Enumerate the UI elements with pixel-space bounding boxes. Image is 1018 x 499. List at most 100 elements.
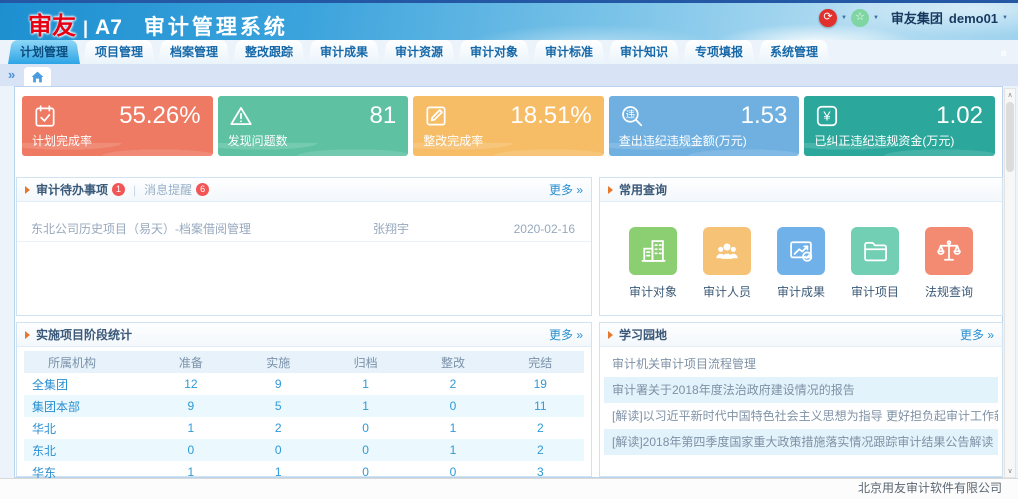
scrollbar-thumb[interactable] <box>1006 102 1014 172</box>
brand-logo: 审友 <box>28 6 76 41</box>
todo-title: 东北公司历史项目（易天）-档案借阅管理 <box>31 220 373 237</box>
learning-more-link[interactable]: 更多 » <box>960 326 994 343</box>
collapse-chevrons-icon[interactable]: « <box>997 50 1012 57</box>
home-icon <box>31 71 44 83</box>
tab-audit-resources[interactable]: 审计资源 <box>383 40 455 64</box>
expand-arrows-icon[interactable]: » <box>8 67 15 82</box>
scroll-down-icon[interactable]: ∨ <box>1005 467 1015 475</box>
todo-owner: 张翔宇 <box>373 220 493 237</box>
folder-icon <box>861 237 889 265</box>
quick-query-label: 审计人员 <box>698 283 756 300</box>
stat-label: 整改完成率 <box>423 132 483 149</box>
todo-panel-header: 审计待办事项 1 | 消息提醒 6 更多 » <box>17 178 591 202</box>
account-org: 审友集团 <box>891 11 943 26</box>
favorite-caret-icon[interactable]: ▼ <box>873 15 879 21</box>
tab-rectification-tracking[interactable]: 整改跟踪 <box>233 40 305 64</box>
stage-count[interactable]: 2 <box>497 439 584 461</box>
stage-stats-table: 所属机构 准备 实施 归档 整改 完结 全集团 12 9 1 2 19 <box>24 351 584 483</box>
quick-query-header: 常用查询 <box>600 178 1002 202</box>
quick-query-regulations[interactable]: 法规查询 <box>920 227 978 300</box>
tab-special-reporting[interactable]: 专项填报 <box>683 40 755 64</box>
quick-query-audit-results[interactable]: 审计成果 <box>772 227 830 300</box>
org-link[interactable]: 华北 <box>24 417 147 439</box>
stage-count[interactable]: 5 <box>235 395 322 417</box>
stage-count[interactable]: 0 <box>322 417 409 439</box>
col-archive: 归档 <box>322 351 409 373</box>
quick-query-label: 法规查询 <box>920 283 978 300</box>
tab-audit-objects[interactable]: 审计对象 <box>458 40 530 64</box>
brand-divider: | <box>83 18 88 39</box>
stat-card-rectification-completion[interactable]: 18.51% 整改完成率 <box>413 96 604 156</box>
stage-count[interactable]: 9 <box>235 373 322 395</box>
col-complete: 完结 <box>497 351 584 373</box>
panel-marker-icon <box>25 331 30 339</box>
learning-item[interactable]: [解读]以习近平新时代中国特色社会主义思想为指导 更好担负起审计工作新职责新..… <box>604 403 998 429</box>
stage-count[interactable]: 2 <box>497 417 584 439</box>
home-tab[interactable] <box>24 67 51 86</box>
stage-count[interactable]: 0 <box>235 439 322 461</box>
learning-item[interactable]: [解读]2018年第四季度国家重大政策措施落实情况跟踪审计结果公告解读 <box>604 429 998 455</box>
company-name: 北京用友审计软件有限公司 <box>858 481 1002 495</box>
stage-count[interactable]: 2 <box>235 417 322 439</box>
todo-more-link[interactable]: 更多 » <box>549 181 583 198</box>
tab-archive-management[interactable]: 档案管理 <box>158 40 230 64</box>
quick-query-audit-objects[interactable]: 审计对象 <box>624 227 682 300</box>
tab-system-management[interactable]: 系统管理 <box>758 40 830 64</box>
stage-count[interactable]: 9 <box>147 395 234 417</box>
stage-count[interactable]: 12 <box>147 373 234 395</box>
todo-list-item[interactable]: 东北公司历史项目（易天）-档案借阅管理 张翔宇 2020-02-16 <box>17 216 591 242</box>
todo-count-badge: 1 <box>112 183 125 196</box>
stat-card-problems-found[interactable]: 81 发现问题数 <box>218 96 409 156</box>
stat-card-plan-completion[interactable]: 55.26% 计划完成率 <box>22 96 213 156</box>
learning-item[interactable]: 审计机关审计项目流程管理 <box>604 351 998 377</box>
stage-count[interactable]: 0 <box>409 395 496 417</box>
quick-query-audit-personnel[interactable]: 审计人员 <box>698 227 756 300</box>
stat-card-violation-amount[interactable]: 违 1.53 查出违纪违规金额(万元) <box>609 96 800 156</box>
main-content: 55.26% 计划完成率 81 发现问题数 18.51% 整改完成率 违 1.5… <box>14 86 1003 478</box>
account-caret-icon[interactable]: ▼ <box>1002 15 1008 21</box>
refresh-icon: ⟳ <box>823 12 832 23</box>
stage-count[interactable]: 2 <box>409 373 496 395</box>
table-row: 集团本部 9 5 1 0 11 <box>24 395 584 417</box>
panel-marker-icon <box>608 331 613 339</box>
table-row: 东北 0 0 0 1 2 <box>24 439 584 461</box>
panel-title: 实施项目阶段统计 <box>36 326 132 343</box>
stage-count[interactable]: 1 <box>322 373 409 395</box>
stage-count[interactable]: 1 <box>409 417 496 439</box>
org-link[interactable]: 东北 <box>24 439 147 461</box>
tab-audit-standards[interactable]: 审计标准 <box>533 40 605 64</box>
scroll-up-icon[interactable]: ∧ <box>1005 91 1015 99</box>
stage-stats-header: 实施项目阶段统计 更多 » <box>17 323 591 347</box>
quick-query-audit-projects[interactable]: 审计项目 <box>846 227 904 300</box>
account-menu[interactable]: 审友集团demo01 <box>891 8 998 27</box>
tab-project-management[interactable]: 项目管理 <box>83 40 155 64</box>
vertical-scrollbar[interactable]: ∧ ∨ <box>1004 88 1016 478</box>
quick-query-panel: 常用查询 审计对象 审计人员 <box>599 177 1003 316</box>
stage-count[interactable]: 0 <box>322 439 409 461</box>
stat-card-corrected-funds[interactable]: ¥ 1.02 已纠正违纪违规资金(万元) <box>804 96 995 156</box>
stage-count[interactable]: 19 <box>497 373 584 395</box>
stage-count[interactable]: 1 <box>409 439 496 461</box>
col-org: 所属机构 <box>24 351 147 373</box>
app-header: 审友 | A7 审计管理系统 ⟳ ▼ ☆ ▼ 审友集团demo01 ▼ <box>0 3 1018 40</box>
stage-count[interactable]: 1 <box>322 395 409 417</box>
tab-plan-management[interactable]: 计划管理 <box>8 40 80 64</box>
warning-triangle-icon <box>228 103 254 129</box>
tab-message-reminders[interactable]: 消息提醒 <box>144 181 192 198</box>
stage-count[interactable]: 1 <box>147 417 234 439</box>
tab-audit-results[interactable]: 审计成果 <box>308 40 380 64</box>
stage-more-link[interactable]: 更多 » <box>549 326 583 343</box>
stage-count[interactable]: 0 <box>147 439 234 461</box>
tab-audit-todos[interactable]: 审计待办事项 <box>36 181 108 198</box>
stat-label: 查出违纪违规金额(万元) <box>619 132 747 149</box>
org-link[interactable]: 集团本部 <box>24 395 147 417</box>
favorite-button[interactable]: ☆ <box>851 9 869 27</box>
edit-square-icon <box>423 103 449 129</box>
org-link[interactable]: 全集团 <box>24 373 147 395</box>
refresh-caret-icon[interactable]: ▼ <box>841 15 847 21</box>
stage-count[interactable]: 11 <box>497 395 584 417</box>
learning-item[interactable]: 审计署关于2018年度法治政府建设情况的报告 <box>604 377 998 403</box>
product-name: A7 <box>95 16 122 40</box>
tab-audit-knowledge[interactable]: 审计知识 <box>608 40 680 64</box>
refresh-button[interactable]: ⟳ <box>819 9 837 27</box>
